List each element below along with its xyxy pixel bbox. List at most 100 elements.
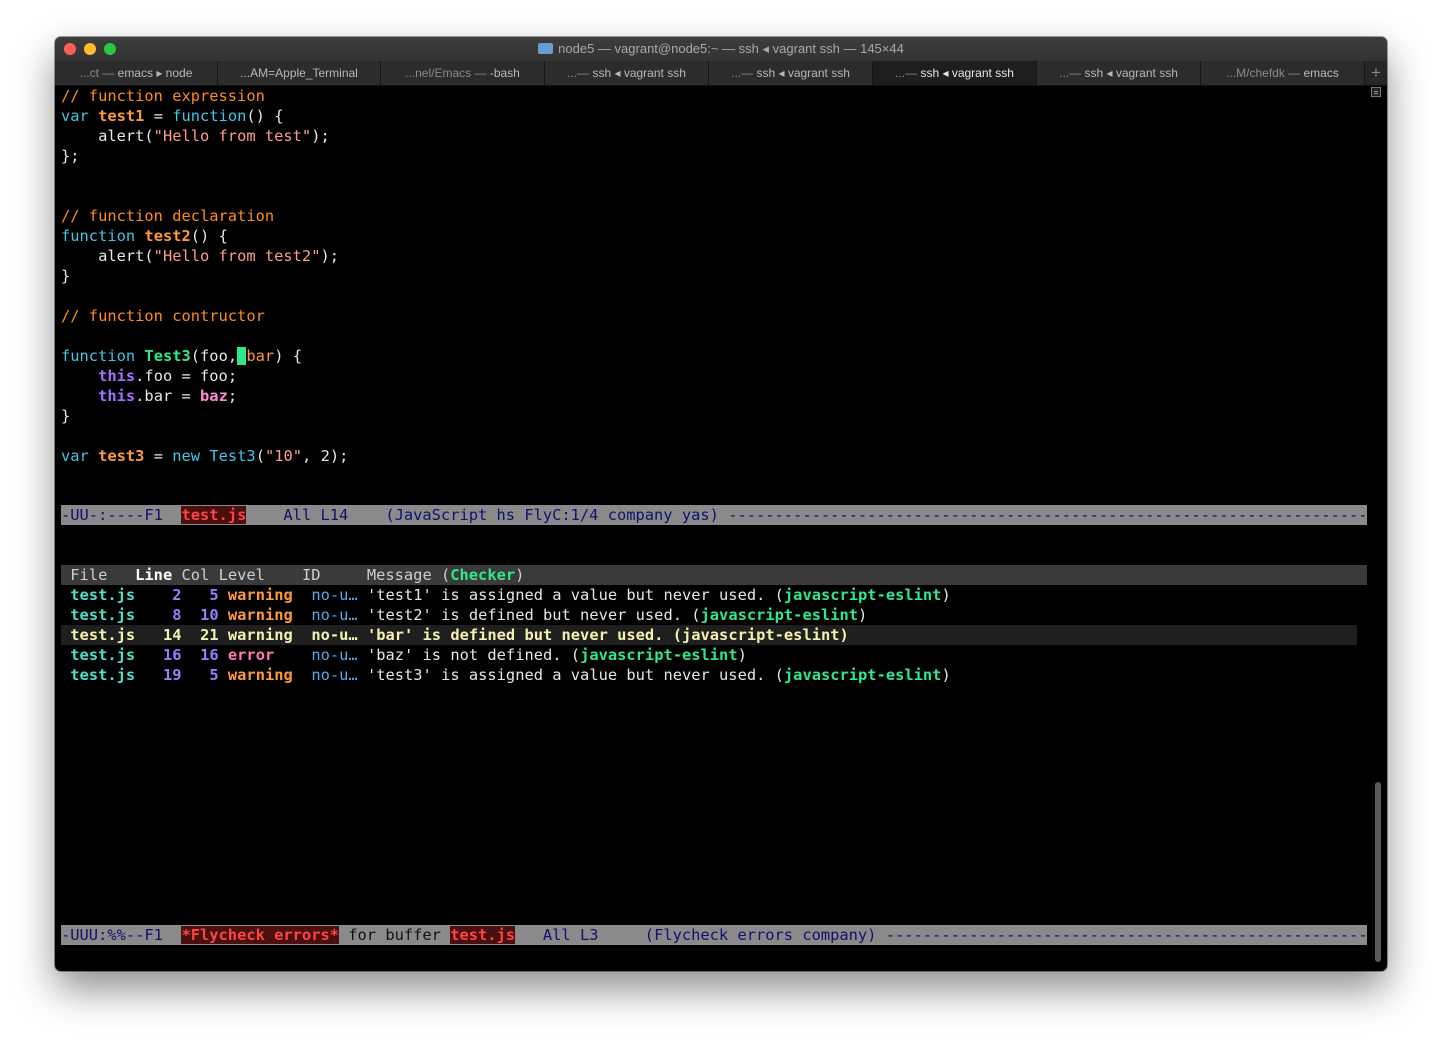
code-keyword: function [172,107,247,125]
error-line: 2 [172,586,182,604]
tab-ssh-2[interactable]: ...— ssh ◂ vagrant ssh [709,61,873,85]
code-comment: // function expression [61,87,265,105]
code-constructor: Test3 [209,447,256,465]
code-text: = [144,447,173,465]
mode-line-code[interactable]: -UU-:----F1 test.js All L14 (JavaScript … [61,505,1367,525]
table-row[interactable]: test.js 2 5 warning no-u… 'test1' is ass… [61,585,1357,605]
header-checker[interactable]: Checker [450,566,515,584]
error-id: no-u… [311,646,358,664]
code-text: .foo = foo; [135,367,238,385]
tab-ssh-3[interactable]: ...— ssh ◂ vagrant ssh [1037,61,1201,85]
mode-line-errors[interactable]: -UUU:%%--F1 *Flycheck errors* for buffer… [61,925,1367,945]
tab-ssh-1[interactable]: ...— ssh ◂ vagrant ssh [545,61,709,85]
code-text: () { [246,107,284,125]
error-message: 'bar' is defined but never used. ( [366,626,682,644]
title-bar[interactable]: node5 — vagrant@node5:~ — ssh ◂ vagrant … [55,37,1387,61]
code-line: } [61,406,70,426]
table-row[interactable]: test.js 19 5 warning no-u… 'test3' is as… [61,665,1357,685]
error-checker: javascript-eslint [580,646,738,664]
code-line: this.foo = foo; [61,366,237,386]
mode-line-target-buffer[interactable]: test.js [450,926,516,944]
table-row[interactable]: test.js 16 16 error no-u… 'baz' is not d… [61,645,1357,665]
error-line: 19 [162,666,182,684]
table-row-selected[interactable]: test.js 14 21 warning no-u… 'bar' is def… [61,625,1357,645]
table-row[interactable]: test.js 8 10 warning no-u… 'test2' is de… [61,605,1357,625]
tab-chefdk-emacs[interactable]: ...M/chefdk — emacs [1201,61,1365,85]
header-level[interactable]: Level [209,566,302,584]
error-file[interactable]: test.js [70,606,135,624]
code-this-keyword: this [98,387,136,405]
tab-label: -bash [489,66,520,80]
header-file[interactable]: File [61,566,135,584]
header-message[interactable]: Message ( [367,566,450,584]
error-line: 16 [162,646,182,664]
tab-emacs-node[interactable]: ...ct — emacs ▸ node [55,61,218,85]
header-col[interactable]: Col [172,566,209,584]
error-id: no-u… [311,606,358,624]
code-line: var test3 = new Test3("10", 2); [61,446,348,466]
error-checker: javascript-eslint [783,666,942,684]
code-text: ) { [274,347,303,365]
new-tab-button[interactable]: + [1365,61,1387,85]
code-keyword: function [61,347,136,365]
code-text: alert( [61,247,154,265]
mode-line-info: All L14 (JavaScript hs FlyC:1/4 company … [246,506,729,524]
error-line: 14 [162,626,182,644]
error-message: 'test3' is assigned a value but never us… [366,666,784,684]
code-this-keyword: this [98,367,136,385]
tab-ssh-active[interactable]: ...— ssh ◂ vagrant ssh [873,61,1037,85]
error-checker: javascript-eslint [700,606,859,624]
error-close-paren: ) [737,646,747,664]
mode-line-buffer-name[interactable]: test.js [181,506,247,524]
error-message: 'test1' is assigned a value but never us… [366,586,784,604]
tab-prefix: ...— [895,66,921,80]
error-file[interactable]: test.js [70,626,135,644]
error-level: warning [227,626,293,644]
mode-line-dashes: ----------------------------------------… [885,926,1367,944]
code-line: // function declaration [61,206,274,226]
error-level: warning [227,606,293,624]
terminal-window: node5 — vagrant@node5:~ — ssh ◂ vagrant … [55,37,1387,971]
error-col: 5 [209,586,219,604]
error-message: 'baz' is not defined. ( [366,646,581,664]
code-keyword: function [61,227,136,245]
code-text: } [61,267,71,285]
tab-apple-terminal[interactable]: ...AM=Apple_Terminal [218,61,381,85]
error-level: warning [227,586,293,604]
code-line: // function expression [61,86,265,106]
tab-label: emacs ▸ node [117,66,193,80]
code-function-name: test2 [144,227,191,245]
header-close-paren: ) [515,566,525,584]
header-id[interactable]: ID [302,566,367,584]
code-line: } [61,266,70,286]
mode-line-buffer-name[interactable]: *Flycheck errors* [181,926,339,944]
tab-label: ssh ◂ vagrant ssh [920,66,1014,80]
error-close-paren: ) [858,606,868,624]
code-line: function test2() { [61,226,228,246]
error-col: 21 [200,626,219,644]
code-text: , 2); [302,447,349,465]
code-text: ( [255,447,265,465]
error-col: 10 [200,606,219,624]
code-text: }; [61,147,80,165]
error-file[interactable]: test.js [70,586,135,604]
emacs-frame[interactable]: // function expression var test1 = funct… [61,86,1367,971]
error-id: no-u… [311,626,358,644]
folder-icon [538,43,554,54]
scrollbar-thumb[interactable] [1375,782,1381,962]
window-title: node5 — vagrant@node5:~ — ssh ◂ vagrant … [55,41,1387,57]
tab-bash[interactable]: ...nel/Emacs — -bash [381,61,545,85]
scroll-menu-icon[interactable] [1371,87,1381,97]
error-file[interactable]: test.js [70,646,135,664]
error-line: 8 [172,606,182,624]
tab-label: emacs [1303,66,1339,80]
text-cursor [237,347,247,365]
code-text: } [61,407,71,425]
error-file[interactable]: test.js [70,666,135,684]
header-line[interactable]: Line [135,566,172,584]
tab-prefix: ...— [567,66,593,80]
code-text: = [144,107,173,125]
tab-prefix: ...— [731,66,757,80]
